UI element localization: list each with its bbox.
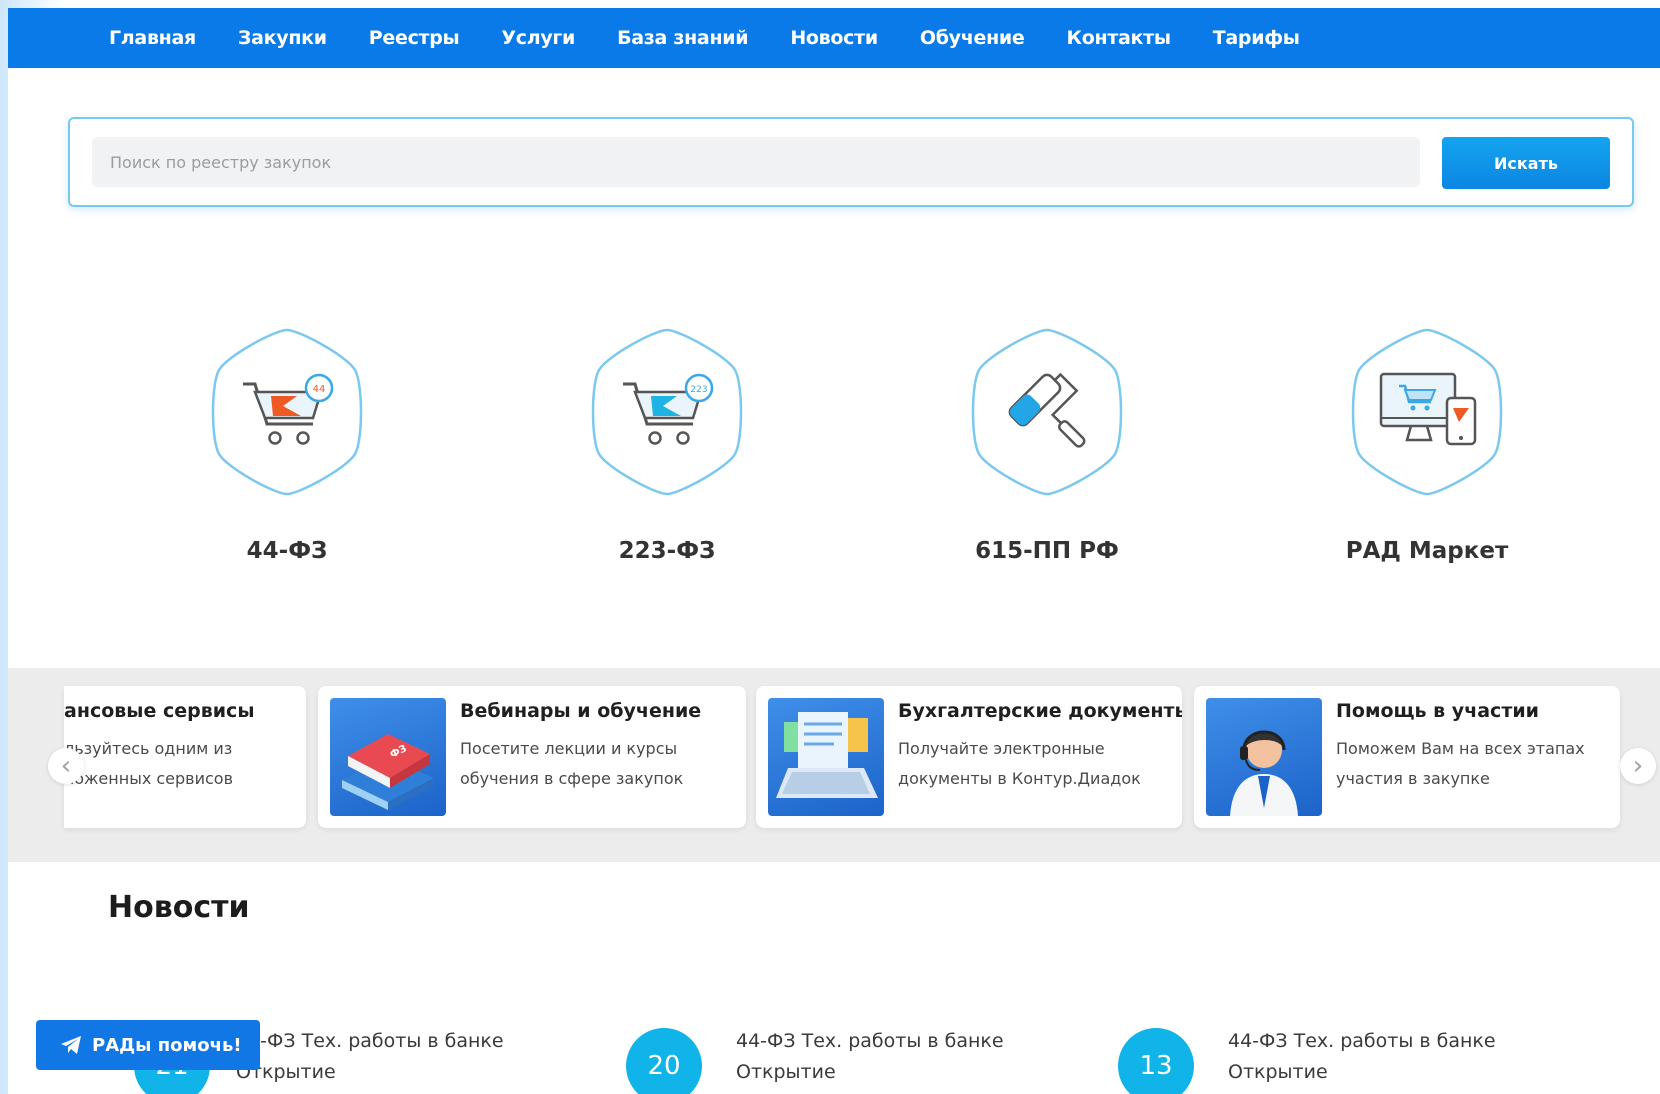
category-label: РАД Маркет xyxy=(1345,538,1509,564)
books-icon: ФЗ xyxy=(330,698,446,816)
nav-home[interactable]: Главная xyxy=(109,27,196,49)
news-title[interactable]: 44-ФЗ Тех. работы в банке Открытие xyxy=(1228,1026,1528,1088)
category-label: 44-ФЗ xyxy=(246,538,328,564)
svg-text:44: 44 xyxy=(313,384,326,395)
page: Главная Закупки Реестры Услуги База знан… xyxy=(8,8,1660,1094)
nav-services[interactable]: Услуги xyxy=(501,27,575,49)
nav-purchases[interactable]: Закупки xyxy=(238,27,327,49)
nav-news[interactable]: Новости xyxy=(790,27,878,49)
nav-tariffs[interactable]: Тарифы xyxy=(1213,27,1300,49)
services-carousel: ансовые сервисы льзуйтесь одним из ложен… xyxy=(8,668,1660,862)
service-card-financial[interactable]: ансовые сервисы льзуйтесь одним из ложен… xyxy=(64,686,306,828)
cart-223-icon: 223 xyxy=(591,328,743,496)
category-44fz[interactable]: 44 44-ФЗ xyxy=(187,326,387,564)
nav-contacts[interactable]: Контакты xyxy=(1067,27,1172,49)
top-navigation: Главная Закупки Реестры Услуги База знан… xyxy=(8,8,1660,68)
service-card-webinars[interactable]: ФЗ Вебинары и обучение Посетите лекции и… xyxy=(318,686,746,828)
search-input[interactable] xyxy=(92,137,1420,187)
help-chat-button[interactable]: РАДы помочь! xyxy=(36,1020,260,1070)
telegram-plane-icon xyxy=(61,1036,81,1054)
laptop-documents-icon xyxy=(768,698,884,816)
nav-knowledge-base[interactable]: База знаний xyxy=(617,27,749,49)
news-heading: Новости xyxy=(108,890,250,925)
service-title: Помощь в участии xyxy=(1336,700,1539,722)
service-description: Посетите лекции и курсы обучения в сфере… xyxy=(460,739,684,788)
search-panel: Искать xyxy=(68,117,1634,207)
news-date-badge: 13 xyxy=(1118,1028,1194,1094)
support-operator-icon xyxy=(1206,698,1322,816)
news-date-badge: 20 xyxy=(626,1028,702,1094)
service-description: льзуйтесь одним из ложенных сервисов xyxy=(64,739,234,788)
nav-registries[interactable]: Реестры xyxy=(369,27,460,49)
nav-training[interactable]: Обучение xyxy=(920,27,1025,49)
service-description: Получайте электронные документы в Контур… xyxy=(898,739,1141,788)
service-description: Поможем Вам на всех этапах участия в зак… xyxy=(1336,739,1585,788)
news-title[interactable]: 44-ФЗ Тех. работы в банке Открытие xyxy=(236,1026,536,1088)
computer-shop-icon xyxy=(1351,328,1503,496)
service-card-participation-help[interactable]: Помощь в участии Поможем Вам на всех эта… xyxy=(1194,686,1620,828)
chevron-right-icon[interactable]: › xyxy=(1620,748,1656,784)
service-title: Бухгалтерские документы xyxy=(898,700,1182,722)
cart-44-icon: 44 xyxy=(211,328,363,496)
category-615pp[interactable]: 615-ПП РФ xyxy=(947,326,1147,564)
category-label: 615-ПП РФ xyxy=(975,538,1119,564)
category-label: 223-ФЗ xyxy=(618,538,716,564)
svg-text:223: 223 xyxy=(690,385,707,395)
service-title: Вебинары и обучение xyxy=(460,700,702,722)
category-223fz[interactable]: 223 223-ФЗ xyxy=(567,326,767,564)
service-title: ансовые сервисы xyxy=(64,700,255,722)
service-card-accounting[interactable]: Бухгалтерские документы Получайте электр… xyxy=(756,686,1182,828)
paint-roller-icon xyxy=(971,328,1123,496)
category-rad-market[interactable]: РАД Маркет xyxy=(1327,326,1527,564)
chevron-left-icon[interactable]: ‹ xyxy=(48,748,84,784)
news-title[interactable]: 44-ФЗ Тех. работы в банке Открытие xyxy=(736,1026,1036,1088)
help-chat-label: РАДы помочь! xyxy=(92,1034,242,1056)
search-button[interactable]: Искать xyxy=(1442,137,1610,189)
